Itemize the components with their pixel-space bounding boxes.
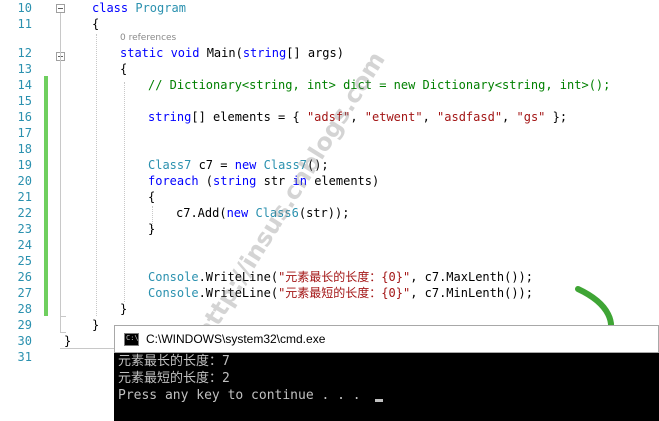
console-line: 元素最长的长度：7 bbox=[118, 354, 230, 369]
console-line: 元素最短的长度：2 bbox=[118, 371, 230, 386]
console-title: C:\WINDOWS\system32\cmd.exe bbox=[146, 332, 326, 346]
console-window[interactable]: C:\ C:\WINDOWS\system32\cmd.exe 元素最长的长度：… bbox=[114, 325, 659, 421]
cmd-window-icon: C:\ bbox=[124, 333, 139, 346]
console-line: Press any key to continue . . . bbox=[118, 388, 369, 403]
console-title-bar[interactable]: C:\ C:\WINDOWS\system32\cmd.exe bbox=[114, 325, 659, 353]
console-cursor bbox=[375, 399, 383, 402]
console-output[interactable]: 元素最长的长度：7 元素最短的长度：2 Press any key to con… bbox=[114, 353, 659, 421]
